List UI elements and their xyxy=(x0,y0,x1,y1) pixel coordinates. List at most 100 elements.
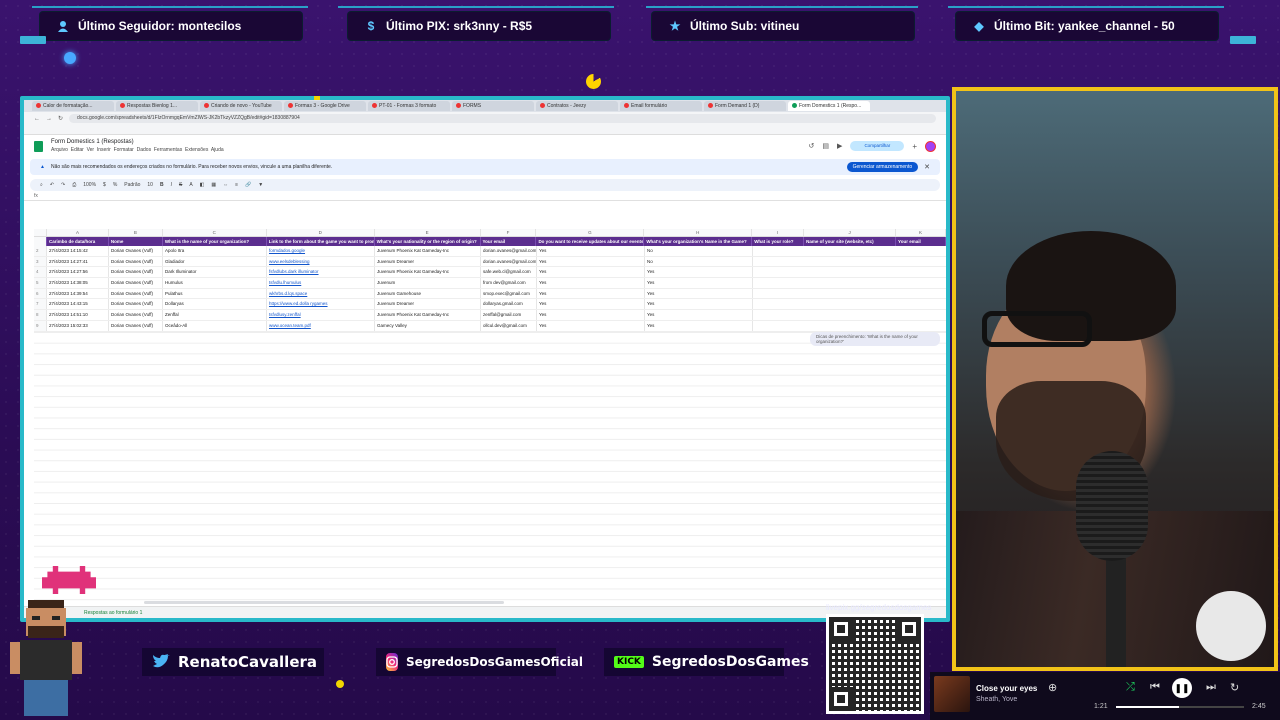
table-cell[interactable]: 27/4/2023 15:02:33 xyxy=(47,320,109,331)
browser-tab[interactable]: Criando de novo - YouTube xyxy=(200,101,282,111)
table-cell[interactable]: Dorian Ovanes (Vuff) xyxy=(109,246,163,256)
column-header[interactable]: Carimbo de data/hora xyxy=(47,237,109,246)
next-icon[interactable]: ⏭ xyxy=(1206,681,1216,694)
column-header[interactable]: What's your organization's Name in the G… xyxy=(644,237,753,246)
table-cell[interactable]: https://www.ed.dolla rygames xyxy=(267,299,375,310)
repeat-icon[interactable]: ↻ xyxy=(1230,681,1239,694)
table-cell[interactable]: Gamecy Valley xyxy=(375,320,481,331)
shuffle-icon[interactable]: ⤮ xyxy=(1126,681,1135,694)
avatar[interactable] xyxy=(925,140,936,152)
table-cell[interactable]: Juvenum Dreamer xyxy=(375,299,481,310)
table-cell[interactable]: wkhrbs.d.lqs.space xyxy=(267,288,375,299)
table-cell[interactable]: Dorian Ovanes (Vuff) xyxy=(109,288,163,299)
align-icon[interactable]: ≡ xyxy=(235,182,238,188)
qr-code[interactable] xyxy=(826,614,924,714)
empty-rows[interactable] xyxy=(34,332,946,606)
bold-icon[interactable]: B xyxy=(160,182,164,188)
forward-icon[interactable]: → xyxy=(46,116,52,122)
table-cell[interactable]: dollaryas.gmail.com xyxy=(481,299,537,310)
percent-icon[interactable]: % xyxy=(113,182,117,188)
back-icon[interactable]: ← xyxy=(34,116,40,122)
table-cell[interactable]: Yes xyxy=(537,267,645,278)
table-cell[interactable]: Dorian Ovanes (Vuff) xyxy=(109,299,163,310)
table-cell[interactable]: Dorian Ovanes (Vuff) xyxy=(109,310,163,320)
browser-tab[interactable]: Email formulário xyxy=(620,101,702,111)
table-cell[interactable]: Yes xyxy=(537,320,645,331)
zoom-select[interactable]: 100% xyxy=(83,182,96,188)
table-cell[interactable]: Zenffal xyxy=(163,310,267,320)
table-cell[interactable]: Yes xyxy=(645,310,753,320)
table-cell[interactable]: Pulathus xyxy=(163,288,267,299)
browser-tab[interactable]: Respostas Bienlog 1... xyxy=(116,101,198,111)
share-button[interactable]: Compartilhar xyxy=(850,141,905,151)
table-cell[interactable]: tsfvdlu.lhumulus xyxy=(267,278,375,288)
table-cell[interactable]: 27/4/2023 14:38:05 xyxy=(47,278,109,288)
sheet-tab[interactable]: Respostas ao formulário 1 xyxy=(84,610,142,616)
table-row[interactable]: 2 27/4/2023 14:15:42 Dorian Ovanes (Vuff) A… xyxy=(34,246,946,257)
menu-extensions[interactable]: Extensões xyxy=(185,147,208,153)
borders-icon[interactable]: ▦ xyxy=(211,182,216,188)
browser-tab-active[interactable]: Form Domestics 1 (Respo... xyxy=(788,101,870,111)
menu-tools[interactable]: Ferramentas xyxy=(154,147,182,153)
table-row[interactable]: 7 27/4/2023 14:43:15 Dorian Ovanes (Vuff) D… xyxy=(34,299,946,311)
table-cell[interactable]: Yes xyxy=(645,278,753,288)
table-cell[interactable]: Juvenum Phoenix Kat Gameday-Inc xyxy=(375,267,481,278)
search-icon[interactable]: ⌕ xyxy=(40,182,43,188)
table-row[interactable]: 4 27/4/2023 14:27:56 Dorian Ovanes (Vuff) D… xyxy=(34,267,946,279)
close-icon[interactable]: ✕ xyxy=(924,163,930,171)
browser-tab[interactable]: PT-01 - Formas 3 formato xyxy=(368,101,450,111)
table-cell[interactable]: dorian.ovanes@gmail.com xyxy=(481,246,537,256)
table-cell[interactable]: Humulus xyxy=(163,278,267,288)
print-icon[interactable]: ⎙ xyxy=(72,182,76,188)
table-cell[interactable]: Juvenum Gamehouse xyxy=(375,288,481,299)
column-header[interactable]: What is your role? xyxy=(752,237,805,246)
previous-icon[interactable]: ⏮ xyxy=(1150,681,1160,694)
font-size-input[interactable]: 10 xyxy=(147,182,153,188)
column-header[interactable]: Link to the form about the game you want… xyxy=(267,237,375,246)
table-cell[interactable]: smop.exec@gmail.com xyxy=(481,288,537,299)
table-cell[interactable]: Dorian Ovanes (Vuff) xyxy=(109,256,163,267)
strikethrough-icon[interactable]: S xyxy=(179,182,182,188)
table-cell[interactable]: 27/4/2023 14:15:42 xyxy=(47,246,109,256)
table-cell[interactable]: from dev@gmail.com xyxy=(481,278,537,288)
browser-tab[interactable]: FORMS xyxy=(452,101,534,111)
fill-hint-chip[interactable]: Dicas de preenchimento: 'What is the nam… xyxy=(810,332,940,346)
menu-insert[interactable]: Inserir xyxy=(97,147,111,153)
browser-tab[interactable]: Contratos - Jeezy xyxy=(536,101,618,111)
merge-icon[interactable]: ⇔ xyxy=(223,182,228,188)
table-cell[interactable]: Yes xyxy=(645,288,753,299)
table-cell[interactable]: formdados.google xyxy=(267,246,375,256)
table-cell[interactable]: tsfvdlusy.zenffal xyxy=(267,310,375,320)
table-cell[interactable]: Yes xyxy=(645,320,753,331)
table-cell[interactable]: 27/4/2023 14:43:15 xyxy=(47,299,109,310)
table-cell[interactable]: Juvenum Phoenix Kat Gameday-Inc xyxy=(375,246,481,256)
table-cell[interactable]: 27/4/2023 14:27:41 xyxy=(47,256,109,267)
table-cell[interactable]: Dorian Ovanes (Vuff) xyxy=(109,278,163,288)
column-header[interactable]: What is the name of your organization? xyxy=(163,237,267,246)
table-cell[interactable]: No xyxy=(645,246,753,256)
table-cell[interactable]: Apolo Itra xyxy=(163,246,267,256)
text-color-icon[interactable]: A xyxy=(189,182,192,188)
column-header[interactable]: Your email xyxy=(481,237,537,246)
table-cell[interactable]: Yes xyxy=(537,278,645,288)
manage-storage-button[interactable]: Gerenciar armazenamento xyxy=(846,162,919,172)
table-cell[interactable]: Dark Illuminator xyxy=(163,267,267,278)
browser-tab[interactable]: Calor de formatação... xyxy=(32,101,114,111)
add-icon[interactable]: + xyxy=(912,142,917,151)
table-cell[interactable]: Juvenum Dreamer xyxy=(375,256,481,267)
table-cell[interactable]: www.eelsdeblessing xyxy=(267,256,375,267)
sheet-title[interactable]: Form Domestics 1 (Respostas) xyxy=(51,138,224,146)
currency-icon[interactable]: $ xyxy=(103,182,106,188)
reload-icon[interactable]: ↻ xyxy=(58,115,63,122)
redo-icon[interactable]: ↷ xyxy=(61,182,65,188)
sheets-logo-icon[interactable] xyxy=(34,140,43,152)
table-cell[interactable]: Yes xyxy=(537,246,645,256)
table-row[interactable]: 8 27/4/2023 14:51:10 Dorian Ovanes (Vuff) Z… xyxy=(34,310,946,321)
menu-view[interactable]: Ver xyxy=(87,147,95,153)
table-cell[interactable]: Dorian Ovanes (Vuff) xyxy=(109,320,163,331)
font-select[interactable]: Padrão xyxy=(124,182,140,188)
table-cell[interactable]: fsfvdlubs.dark illuminator xyxy=(267,267,375,278)
table-cell[interactable]: ollcul.dev@gmail.com xyxy=(481,320,537,331)
horizontal-scrollbar[interactable] xyxy=(144,601,504,604)
progress-bar[interactable] xyxy=(1116,706,1244,708)
